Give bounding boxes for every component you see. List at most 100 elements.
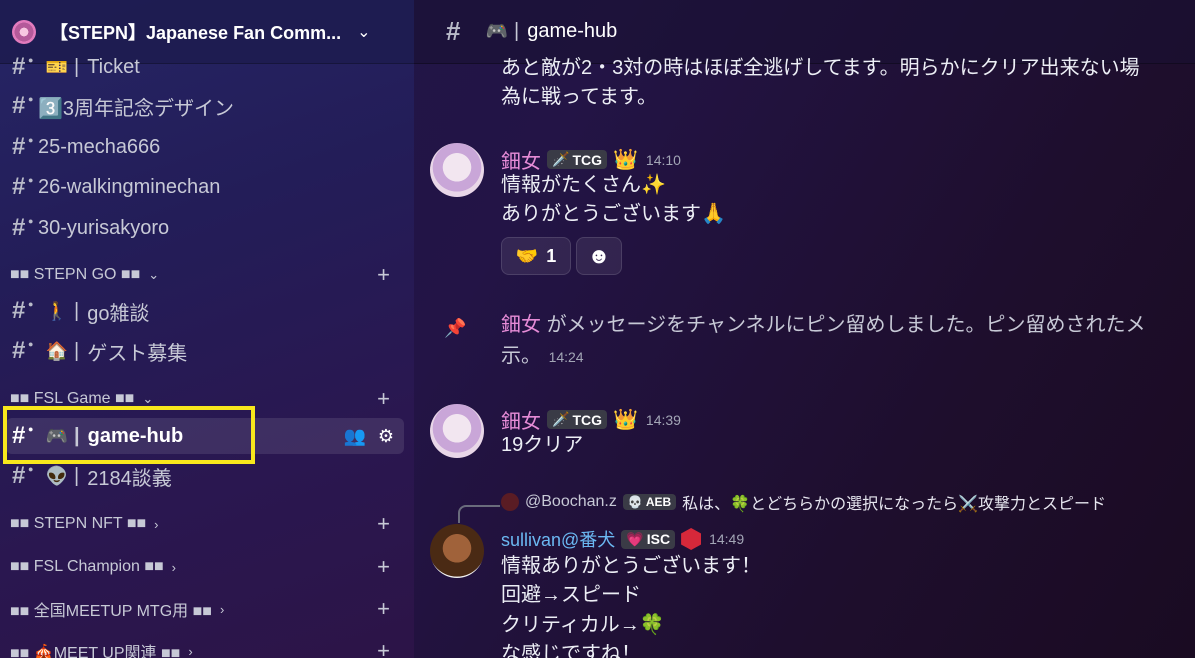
add-channel-icon[interactable]: +: [377, 262, 390, 288]
timestamp: 14:49: [709, 531, 745, 547]
pin-message-cont: 示。 14:24: [501, 345, 584, 367]
reply-text: 私は、🍀とどちらかの選択になったら⚔️攻撃力とスピード: [682, 496, 1107, 513]
category-meetup-mtg[interactable]: ■■ 全国MEETUP MTG用 ■■ › +: [10, 596, 404, 622]
channel-go-chat[interactable]: # ● 🚶 | go雑談: [6, 293, 404, 329]
game-controller-emoji: 🎮: [45, 425, 69, 446]
chevron-down-icon: ⌄: [142, 391, 154, 406]
add-reaction-button[interactable]: ☻: [576, 237, 622, 275]
username[interactable]: sullivan@番犬: [501, 526, 615, 552]
avatar[interactable]: [430, 404, 484, 458]
message-text: 為に戦ってます。: [501, 86, 657, 108]
message-text: あと敵が2・3対の時はほぼ全逃げしてます。明らかにクリア出来ない場: [501, 57, 1140, 79]
role-tag: 💗 ISC: [621, 529, 676, 549]
chevron-right-icon: ›: [188, 643, 193, 658]
reply-username: @Boochan.z: [525, 493, 617, 510]
channel-label: 30-yurisakyoro: [38, 216, 170, 239]
message-text: な感じですね！: [501, 643, 641, 658]
sword-icon: 🗡️: [552, 151, 570, 167]
username[interactable]: 鈿女: [501, 405, 541, 434]
crown-icon: 👑: [613, 409, 638, 431]
chevron-right-icon: ›: [219, 601, 225, 617]
category-fsl-game[interactable]: ■■ FSL Game ■■ ⌄ +: [10, 386, 404, 412]
hash-lock-icon: # ●: [12, 422, 34, 449]
channel-label: game-hub: [87, 424, 184, 447]
channel-guest-recruit[interactable]: # ● 🏠 | ゲスト募集: [6, 333, 404, 369]
channel-sidebar: 【STEPN】Japanese Fan Comm... ⌄ # ● 🎫 | Tic…: [0, 0, 414, 658]
smile-icon: ☻: [587, 243, 611, 268]
message-text: クリティカル→🍀: [501, 614, 665, 636]
category-stepn-nft[interactable]: ■■ STEPN NFT ■■ › +: [10, 511, 404, 537]
add-channel-icon[interactable]: +: [377, 638, 390, 658]
handshake-emoji: 🤝: [515, 245, 539, 266]
message-header: 鈿女 🗡️ TCG 👑 14:39: [501, 405, 681, 434]
channel-label: 26-walkingminechan: [38, 175, 221, 198]
role-tag: 💀 AEB: [622, 494, 677, 510]
channel-label: ゲスト募集: [87, 342, 188, 365]
timestamp: 14:24: [548, 349, 584, 365]
message-text: 情報がたくさん✨: [501, 174, 666, 196]
hash-lock-icon: # ●: [12, 173, 34, 200]
chevron-down-icon: ⌄: [357, 23, 371, 41]
invite-icon[interactable]: 👥: [343, 426, 365, 447]
avatar[interactable]: [430, 524, 484, 578]
message-text: 情報ありがとうございます！: [501, 555, 761, 577]
reply-connector: [458, 505, 500, 523]
channel-label: 3️⃣3周年記念デザイン: [38, 97, 235, 120]
skull-icon: 💀: [627, 495, 643, 509]
reaction-chip[interactable]: 🤝 1: [501, 237, 571, 275]
sword-icon: 🗡️: [552, 411, 570, 427]
channel-label: Ticket: [87, 55, 140, 78]
channel-ticket[interactable]: # ● 🎫 | Ticket: [6, 50, 404, 84]
channel-3rd-anniversary[interactable]: # ● 3️⃣3周年記念デザイン: [6, 88, 404, 124]
reply-preview[interactable]: @Boochan.z 💀 AEB 私は、🍀とどちらかの選択になったら⚔️攻撃力とス…: [501, 490, 1106, 514]
alien-emoji: 👽: [45, 465, 69, 486]
chevron-right-icon: ›: [154, 516, 159, 532]
message-text: 19クリア: [501, 434, 584, 456]
channel-label: go雑談: [87, 302, 150, 325]
timestamp: 14:39: [645, 411, 681, 428]
role-tag: 🗡️ TCG: [547, 150, 607, 169]
message-header: sullivan@番犬 💗 ISC 14:49: [501, 526, 744, 552]
chevron-down-icon: ⌄: [148, 267, 160, 282]
channel-game-hub[interactable]: # ● 🎮 | game-hub 👥 ⚙: [6, 418, 404, 454]
crown-icon: 👑: [613, 149, 638, 171]
username[interactable]: 鈿女: [501, 314, 541, 336]
role-tag: 🗡️ TCG: [547, 410, 607, 429]
category-meetup[interactable]: ■■ 🎪MEET UP関連 ■■ › +: [10, 638, 404, 658]
pin-message: 鈿女 がメッセージをチャンネルにピン留めしました。ピン留めされたメ: [501, 314, 1146, 336]
channel-26-walkingminechan[interactable]: # ● 26-walkingminechan: [6, 169, 404, 205]
add-channel-icon[interactable]: +: [377, 554, 390, 580]
add-channel-icon[interactable]: +: [377, 511, 390, 537]
heart-icon: 💗: [626, 530, 644, 547]
avatar[interactable]: [430, 143, 484, 197]
message-header: 鈿女 🗡️ TCG 👑 14:10: [501, 145, 681, 174]
channel-30-yurisakyoro[interactable]: # ● 30-yurisakyoro: [6, 210, 404, 246]
chat-area: # 🎮 | game-hub あと敵が2・3対の時はほぼ全逃げしてます。明らかに…: [414, 0, 1195, 658]
category-stepn-go[interactable]: ■■ STEPN GO ■■ ⌄ +: [10, 262, 404, 288]
gem-badge-icon: [681, 528, 702, 550]
server-icon: [12, 19, 36, 44]
chevron-right-icon: ›: [171, 559, 177, 575]
game-controller-emoji: 🎮: [485, 21, 509, 41]
username[interactable]: 鈿女: [501, 145, 541, 174]
ticket-emoji: 🎫: [45, 56, 69, 77]
add-channel-icon[interactable]: +: [377, 386, 390, 412]
server-name: 【STEPN】Japanese Fan Comm...: [50, 22, 342, 43]
message-text: 回避→スピード: [501, 584, 641, 606]
avatar: [501, 493, 519, 511]
hash-lock-icon: # ●: [12, 462, 34, 489]
gear-icon[interactable]: ⚙: [378, 426, 394, 447]
hash-icon: #: [446, 16, 461, 46]
hash-lock-icon: # ●: [12, 297, 34, 324]
hash-lock-icon: # ●: [12, 92, 34, 119]
walking-emoji: 🚶: [45, 300, 69, 321]
pin-icon: 📌: [444, 318, 467, 338]
house-emoji: 🏠: [45, 340, 69, 361]
timestamp: 14:10: [645, 151, 681, 168]
hash-lock-icon: # ●: [12, 53, 34, 80]
category-fsl-champion[interactable]: ■■ FSL Champion ■■ › +: [10, 554, 404, 580]
channel-2184-talk[interactable]: # ● 👽 | 2184談義: [6, 458, 404, 494]
channel-25-mecha666[interactable]: # ● 25-mecha666: [6, 129, 404, 165]
add-channel-icon[interactable]: +: [377, 596, 390, 622]
channel-title: game-hub: [527, 20, 618, 42]
